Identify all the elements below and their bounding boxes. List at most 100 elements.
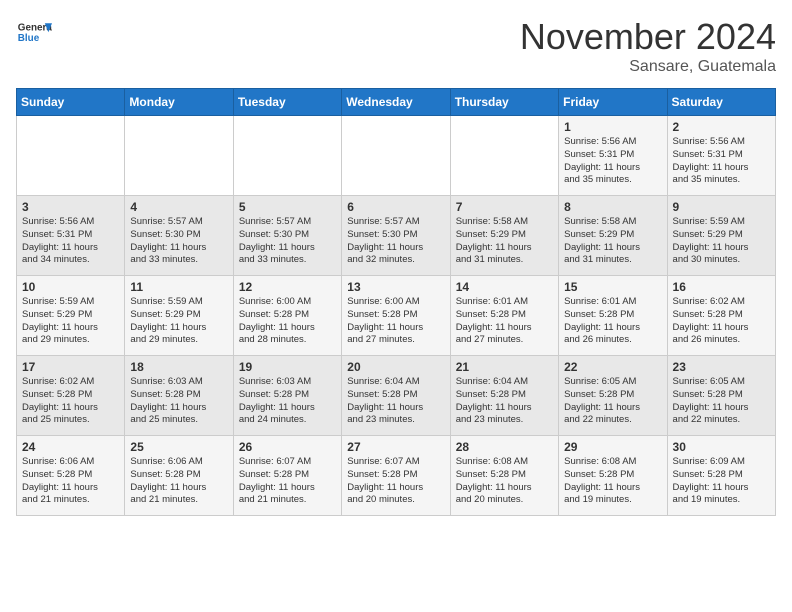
calendar-cell: 25 Sunrise: 6:06 AMSunset: 5:28 PMDayligh… — [125, 436, 233, 516]
day-info: Sunrise: 6:08 AMSunset: 5:28 PMDaylight:… — [456, 456, 553, 507]
day-info: Sunrise: 6:04 AMSunset: 5:28 PMDaylight:… — [347, 376, 444, 427]
weekday-header: Monday — [125, 89, 233, 116]
title-block: November 2024 Sansare, Guatemala — [520, 16, 776, 76]
calendar-cell: 26Sunrise: 6:07 AMSunset: 5:28 PMDayligh… — [233, 436, 341, 516]
day-info: Sunrise: 6:04 AMSunset: 5:28 PMDaylight:… — [456, 376, 553, 427]
day-number: 20 — [347, 360, 444, 374]
day-number: 29 — [564, 440, 661, 454]
calendar-cell — [342, 116, 450, 196]
day-info: Sunrise: 6:07 AMSunset: 5:28 PMDaylight:… — [347, 456, 444, 507]
calendar-cell: 15 Sunrise: 6:01 AMSunset: 5:28 PMDayligh… — [559, 276, 667, 356]
day-info: Sunrise: 5:56 AMSunset: 5:31 PMDaylight:… — [564, 136, 661, 187]
day-number: 14 — [456, 280, 553, 294]
calendar-cell: 10Sunrise: 5:59 AMSunset: 5:29 PMDayligh… — [17, 276, 125, 356]
calendar-cell: 19 Sunrise: 6:03 AMSunset: 5:28 PMDayligh… — [233, 356, 341, 436]
day-number: 1 — [564, 120, 661, 134]
day-info: Sunrise: 5:57 AMSunset: 5:30 PMDaylight:… — [347, 216, 444, 267]
logo: General Blue — [16, 16, 52, 52]
calendar-cell: 2 Sunrise: 5:56 AMSunset: 5:31 PMDaylight… — [667, 116, 775, 196]
day-number: 18 — [130, 360, 227, 374]
day-number: 9 — [673, 200, 770, 214]
day-info: Sunrise: 5:56 AMSunset: 5:31 PMDaylight:… — [673, 136, 770, 187]
day-info: Sunrise: 6:09 AMSunset: 5:28 PMDaylight:… — [673, 456, 770, 507]
day-number: 13 — [347, 280, 444, 294]
calendar-cell: 6 Sunrise: 5:57 AMSunset: 5:30 PMDaylight… — [342, 196, 450, 276]
day-info: Sunrise: 6:01 AMSunset: 5:28 PMDaylight:… — [456, 296, 553, 347]
day-number: 10 — [22, 280, 119, 294]
day-number: 3 — [22, 200, 119, 214]
day-info: Sunrise: 6:02 AMSunset: 5:28 PMDaylight:… — [673, 296, 770, 347]
day-number: 27 — [347, 440, 444, 454]
day-number: 15 — [564, 280, 661, 294]
day-info: Sunrise: 6:03 AMSunset: 5:28 PMDaylight:… — [239, 376, 336, 427]
day-info: Sunrise: 5:57 AMSunset: 5:30 PMDaylight:… — [130, 216, 227, 267]
day-number: 28 — [456, 440, 553, 454]
day-number: 21 — [456, 360, 553, 374]
calendar-table: SundayMondayTuesdayWednesdayThursdayFrid… — [16, 88, 776, 516]
day-info: Sunrise: 6:06 AMSunset: 5:28 PMDaylight:… — [22, 456, 119, 507]
day-info: Sunrise: 6:07 AMSunset: 5:28 PMDaylight:… — [239, 456, 336, 507]
calendar-cell: 16Sunrise: 6:02 AMSunset: 5:28 PMDayligh… — [667, 276, 775, 356]
day-number: 22 — [564, 360, 661, 374]
day-info: Sunrise: 6:02 AMSunset: 5:28 PMDaylight:… — [22, 376, 119, 427]
weekday-header: Friday — [559, 89, 667, 116]
logo-icon: General Blue — [16, 16, 52, 52]
calendar-cell: 14 Sunrise: 6:01 AMSunset: 5:28 PMDayligh… — [450, 276, 558, 356]
day-number: 24 — [22, 440, 119, 454]
day-number: 4 — [130, 200, 227, 214]
calendar-cell: 5 Sunrise: 5:57 AMSunset: 5:30 PMDaylight… — [233, 196, 341, 276]
weekday-header: Tuesday — [233, 89, 341, 116]
day-number: 7 — [456, 200, 553, 214]
calendar-cell: 8 Sunrise: 5:58 AMSunset: 5:29 PMDaylight… — [559, 196, 667, 276]
calendar-cell — [233, 116, 341, 196]
day-info: Sunrise: 5:57 AMSunset: 5:30 PMDaylight:… — [239, 216, 336, 267]
calendar-cell: 21 Sunrise: 6:04 AMSunset: 5:28 PMDayligh… — [450, 356, 558, 436]
calendar-cell: 22Sunrise: 6:05 AMSunset: 5:28 PMDayligh… — [559, 356, 667, 436]
day-info: Sunrise: 5:56 AMSunset: 5:31 PMDaylight:… — [22, 216, 119, 267]
location: Sansare, Guatemala — [520, 58, 776, 76]
day-info: Sunrise: 6:00 AMSunset: 5:28 PMDaylight:… — [239, 296, 336, 347]
weekday-header: Sunday — [17, 89, 125, 116]
calendar-cell — [17, 116, 125, 196]
calendar-week-row: 3 Sunrise: 5:56 AMSunset: 5:31 PMDaylight… — [17, 196, 776, 276]
day-info: Sunrise: 5:58 AMSunset: 5:29 PMDaylight:… — [456, 216, 553, 267]
calendar-cell: 17 Sunrise: 6:02 AMSunset: 5:28 PMDayligh… — [17, 356, 125, 436]
day-info: Sunrise: 6:08 AMSunset: 5:28 PMDaylight:… — [564, 456, 661, 507]
day-info: Sunrise: 6:01 AMSunset: 5:28 PMDaylight:… — [564, 296, 661, 347]
weekday-header: Saturday — [667, 89, 775, 116]
day-info: Sunrise: 5:58 AMSunset: 5:29 PMDaylight:… — [564, 216, 661, 267]
day-number: 25 — [130, 440, 227, 454]
day-number: 12 — [239, 280, 336, 294]
calendar-header: SundayMondayTuesdayWednesdayThursdayFrid… — [17, 89, 776, 116]
day-info: Sunrise: 6:00 AMSunset: 5:28 PMDaylight:… — [347, 296, 444, 347]
calendar-cell: 23 Sunrise: 6:05 AMSunset: 5:28 PMDayligh… — [667, 356, 775, 436]
day-number: 2 — [673, 120, 770, 134]
calendar-body: 1 Sunrise: 5:56 AMSunset: 5:31 PMDaylight… — [17, 116, 776, 516]
weekday-row: SundayMondayTuesdayWednesdayThursdayFrid… — [17, 89, 776, 116]
calendar-cell: 30Sunrise: 6:09 AMSunset: 5:28 PMDayligh… — [667, 436, 775, 516]
day-number: 8 — [564, 200, 661, 214]
day-number: 19 — [239, 360, 336, 374]
calendar-cell: 11 Sunrise: 5:59 AMSunset: 5:29 PMDayligh… — [125, 276, 233, 356]
calendar-cell: 29 Sunrise: 6:08 AMSunset: 5:28 PMDayligh… — [559, 436, 667, 516]
calendar-cell: 3 Sunrise: 5:56 AMSunset: 5:31 PMDaylight… — [17, 196, 125, 276]
calendar-cell: 27 Sunrise: 6:07 AMSunset: 5:28 PMDayligh… — [342, 436, 450, 516]
day-info: Sunrise: 5:59 AMSunset: 5:29 PMDaylight:… — [130, 296, 227, 347]
day-number: 23 — [673, 360, 770, 374]
day-info: Sunrise: 6:06 AMSunset: 5:28 PMDaylight:… — [130, 456, 227, 507]
day-number: 6 — [347, 200, 444, 214]
day-info: Sunrise: 5:59 AMSunset: 5:29 PMDaylight:… — [673, 216, 770, 267]
day-number: 5 — [239, 200, 336, 214]
calendar-cell — [450, 116, 558, 196]
calendar-cell: 7 Sunrise: 5:58 AMSunset: 5:29 PMDaylight… — [450, 196, 558, 276]
day-number: 11 — [130, 280, 227, 294]
weekday-header: Thursday — [450, 89, 558, 116]
calendar-cell: 4 Sunrise: 5:57 AMSunset: 5:30 PMDaylight… — [125, 196, 233, 276]
day-info: Sunrise: 6:03 AMSunset: 5:28 PMDaylight:… — [130, 376, 227, 427]
calendar-cell: 24 Sunrise: 6:06 AMSunset: 5:28 PMDayligh… — [17, 436, 125, 516]
svg-text:Blue: Blue — [18, 33, 40, 44]
day-info: Sunrise: 6:05 AMSunset: 5:28 PMDaylight:… — [673, 376, 770, 427]
calendar-week-row: 24 Sunrise: 6:06 AMSunset: 5:28 PMDayligh… — [17, 436, 776, 516]
day-number: 17 — [22, 360, 119, 374]
calendar-cell: 28 Sunrise: 6:08 AMSunset: 5:28 PMDayligh… — [450, 436, 558, 516]
